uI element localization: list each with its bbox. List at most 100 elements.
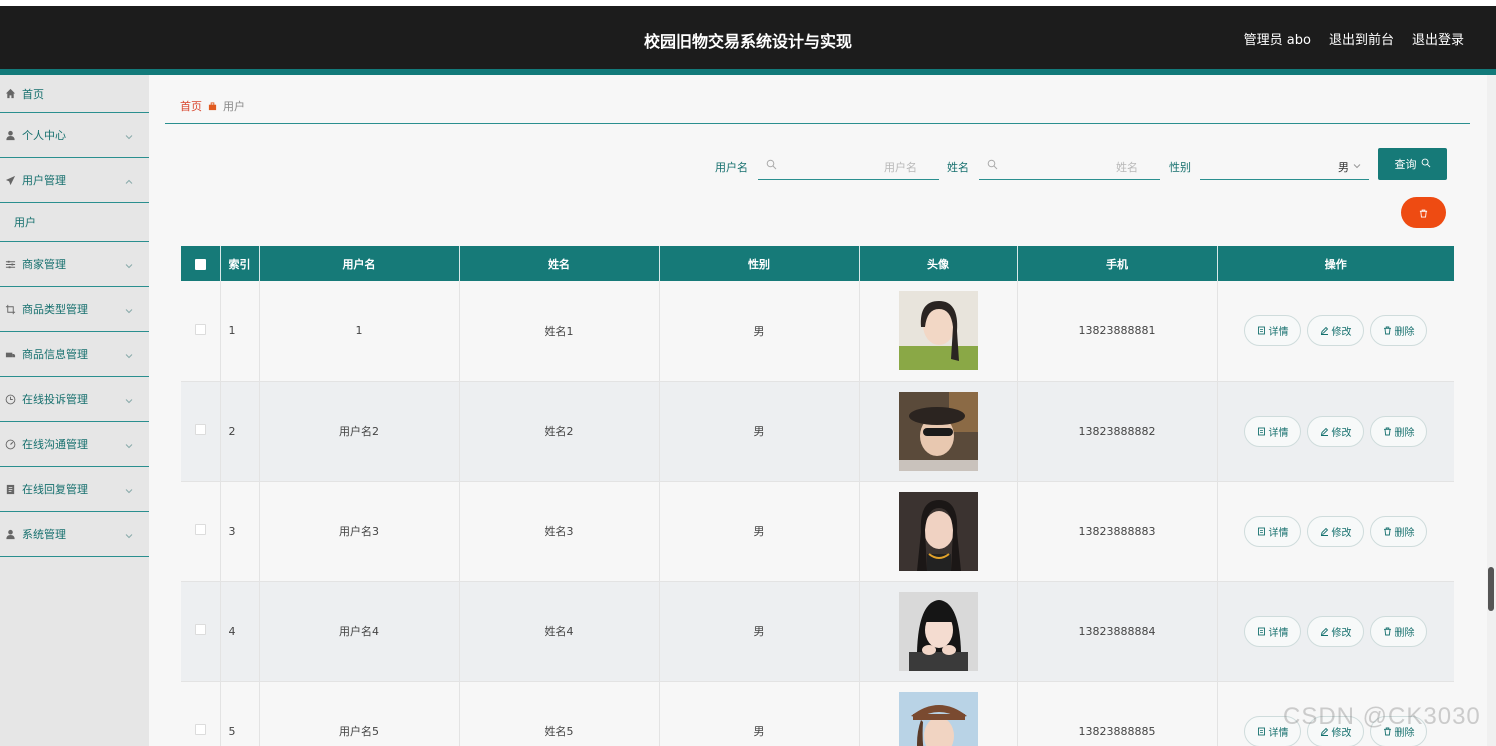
delete-label: 删除 <box>1394 427 1415 439</box>
table-row: 2 用户名2 姓名2 男 13823888882 详情 修改 删除 <box>181 381 1454 482</box>
name-placeholder: 姓名 <box>1116 161 1138 174</box>
name-label: 姓名 <box>947 161 969 174</box>
username-cell: 用户名5 <box>259 681 460 746</box>
row-checkbox-cell[interactable] <box>181 681 221 746</box>
detail-button[interactable]: 详情 <box>1244 615 1301 647</box>
delete-button[interactable]: 删除 <box>1370 615 1427 647</box>
detail-label: 详情 <box>1268 627 1289 639</box>
actions-cell: 详情 修改 删除 <box>1217 481 1454 582</box>
gender-select[interactable]: 男 <box>1200 155 1369 180</box>
sidebar-item-personal-center[interactable]: 个人中心 <box>0 113 149 158</box>
row-checkbox-cell[interactable] <box>181 381 221 482</box>
username-cell: 用户名4 <box>259 581 460 682</box>
edit-button[interactable]: 修改 <box>1307 515 1364 547</box>
column-header: 头像 <box>859 246 1018 281</box>
row-checkbox[interactable] <box>194 724 206 735</box>
sidebar: 首页 个人中心 用户管理 用户 商家管理 商品类型管理 商品信息管理 在线投诉管… <box>0 75 149 746</box>
document-icon <box>1257 427 1265 435</box>
document-icon <box>1257 527 1265 535</box>
username-cell: 1 <box>259 281 460 382</box>
detail-button[interactable]: 详情 <box>1244 415 1301 447</box>
sidebar-item-label: 在线回复管理 <box>22 483 88 496</box>
chevron-down-icon <box>125 131 133 140</box>
delete-button[interactable]: 删除 <box>1370 315 1427 347</box>
row-checkbox[interactable] <box>194 624 206 635</box>
app-header: 校园旧物交易系统设计与实现 管理员 abo 退出到前台 退出登录 <box>0 6 1496 69</box>
truck-icon <box>4 348 16 360</box>
sidebar-item-home[interactable]: 首页 <box>0 75 149 113</box>
sidebar-subitem-user[interactable]: 用户 <box>0 203 149 242</box>
edit-button[interactable]: 修改 <box>1307 415 1364 447</box>
delete-button[interactable]: 删除 <box>1370 415 1427 447</box>
delete-button[interactable]: 删除 <box>1370 515 1427 547</box>
query-button-label: 查询 <box>1394 158 1417 171</box>
breadcrumb-divider <box>165 123 1470 124</box>
name-cell: 姓名5 <box>459 681 660 746</box>
row-checkbox[interactable] <box>194 524 206 535</box>
row-checkbox-cell[interactable] <box>181 281 221 382</box>
detail-label: 详情 <box>1268 427 1289 439</box>
actions-cell: 详情 修改 删除 <box>1217 381 1454 482</box>
edit-button[interactable]: 修改 <box>1307 615 1364 647</box>
gauge-icon <box>4 438 16 450</box>
chevron-down-icon <box>125 530 133 539</box>
query-button[interactable]: 查询 <box>1378 148 1447 180</box>
phone-cell: 13823888884 <box>1017 581 1218 682</box>
username-label: 用户名 <box>715 161 748 174</box>
sidebar-item-product-type-management[interactable]: 商品类型管理 <box>0 287 149 332</box>
row-checkbox[interactable] <box>194 424 206 435</box>
index-cell: 4 <box>220 581 260 682</box>
username-input[interactable]: 用户名 <box>758 155 939 180</box>
logout-link[interactable]: 退出登录 <box>1412 29 1464 48</box>
detail-button[interactable]: 详情 <box>1244 315 1301 347</box>
batch-delete-button[interactable] <box>1401 197 1446 228</box>
gender-cell: 男 <box>659 481 860 582</box>
user-table: 索引 用户名 姓名 性别 头像 手机 操作 1 1 姓名1 男 13823888… <box>181 246 1454 746</box>
sidebar-item-reply-management[interactable]: 在线回复管理 <box>0 467 149 512</box>
scrollbar-thumb[interactable] <box>1488 567 1494 611</box>
breadcrumb-current: 用户 <box>223 100 245 113</box>
table-header-row: 索引 用户名 姓名 性别 头像 手机 操作 <box>181 246 1454 281</box>
sidebar-item-chat-management[interactable]: 在线沟通管理 <box>0 422 149 467</box>
avatar-cell <box>859 381 1018 482</box>
trash-icon <box>1383 427 1391 435</box>
avatar-cell <box>859 581 1018 682</box>
select-all-header[interactable] <box>181 246 221 281</box>
name-input[interactable]: 姓名 <box>979 155 1160 180</box>
user-icon <box>4 129 16 141</box>
exit-to-front-link[interactable]: 退出到前台 <box>1329 29 1394 48</box>
header-links: 管理员 abo 退出到前台 退出登录 <box>1244 29 1464 48</box>
document-icon <box>4 483 16 495</box>
row-checkbox[interactable] <box>194 323 206 335</box>
select-all-checkbox[interactable] <box>194 258 206 270</box>
column-header: 索引 <box>220 246 260 281</box>
phone-cell: 13823888883 <box>1017 481 1218 582</box>
search-icon <box>987 159 998 170</box>
sidebar-item-merchant-management[interactable]: 商家管理 <box>0 242 149 287</box>
sidebar-item-label: 系统管理 <box>22 528 66 541</box>
search-form: 用户名 用户名 姓名 姓名 性别 男 查询 <box>149 148 1487 181</box>
breadcrumb-home[interactable]: 首页 <box>180 98 202 114</box>
sidebar-item-product-info-management[interactable]: 商品信息管理 <box>0 332 149 377</box>
row-checkbox-cell[interactable] <box>181 481 221 582</box>
sidebar-item-system-management[interactable]: 系统管理 <box>0 512 149 557</box>
search-icon <box>1421 158 1431 171</box>
detail-button[interactable]: 详情 <box>1244 515 1301 547</box>
home-icon <box>4 88 16 100</box>
sidebar-item-complaint-management[interactable]: 在线投诉管理 <box>0 377 149 422</box>
detail-label: 详情 <box>1268 527 1289 539</box>
sidebar-item-user-management[interactable]: 用户管理 <box>0 158 149 203</box>
briefcase-icon <box>208 101 217 111</box>
column-header: 姓名 <box>459 246 660 281</box>
chevron-down-icon <box>1353 160 1361 169</box>
page-scrollbar[interactable] <box>1487 75 1496 746</box>
avatar <box>898 491 978 571</box>
row-checkbox-cell[interactable] <box>181 581 221 682</box>
edit-button[interactable]: 修改 <box>1307 315 1364 347</box>
gender-cell: 男 <box>659 381 860 482</box>
column-header: 手机 <box>1017 246 1218 281</box>
avatar <box>898 291 978 371</box>
edit-label: 修改 <box>1331 627 1352 639</box>
admin-label[interactable]: 管理员 abo <box>1244 29 1311 48</box>
main-content: 首页 用户 用户名 用户名 姓名 姓名 性别 男 查询 索引 用户名 姓名 性别… <box>149 75 1487 746</box>
